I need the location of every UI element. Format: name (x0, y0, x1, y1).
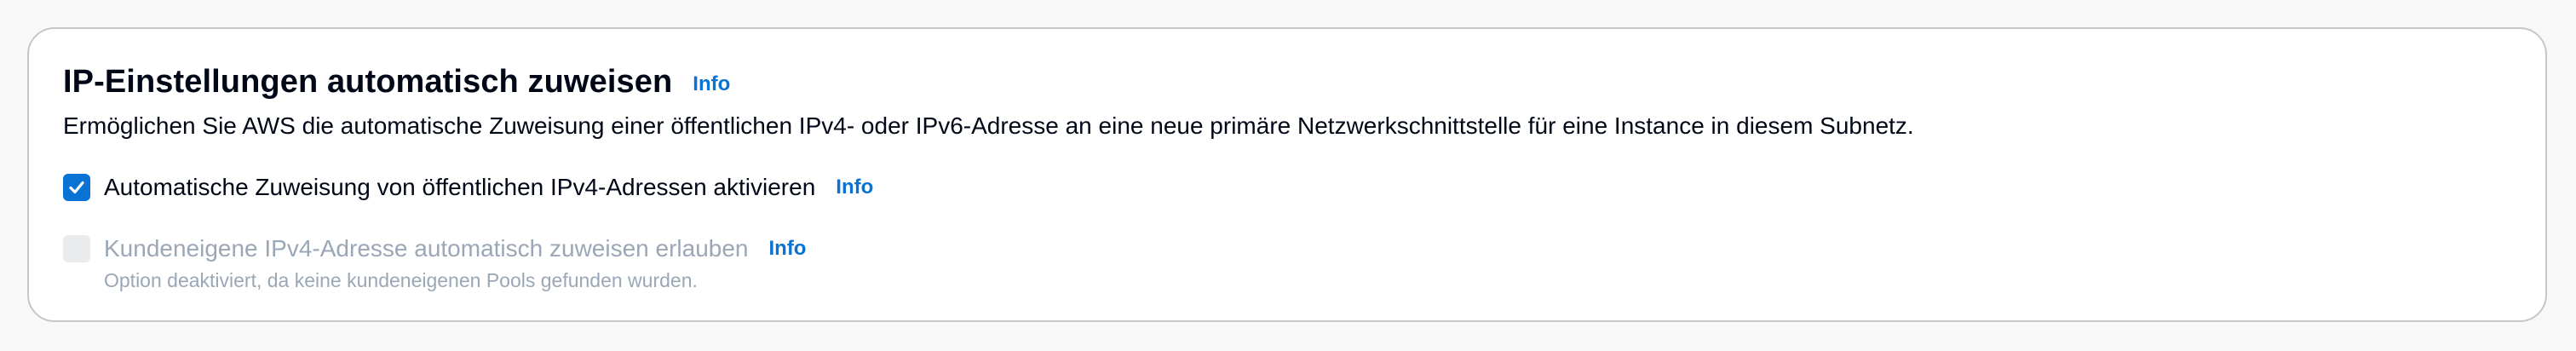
option-1-text: Automatische Zuweisung von öffentlichen … (104, 172, 873, 203)
panel-description: Ermöglichen Sie AWS die automatische Zuw… (63, 112, 1914, 139)
option-auto-assign-public-ipv4: Automatische Zuweisung von öffentlichen … (63, 172, 873, 203)
option-customer-owned-ipv4: Kundeneigene IPv4-Adresse automatisch zu… (63, 233, 806, 292)
option-2-info-link[interactable]: Info (768, 237, 806, 261)
auto-assign-public-ipv4-label[interactable]: Automatische Zuweisung von öffentlichen … (104, 174, 815, 201)
customer-owned-ipv4-label: Kundeneigene IPv4-Adresse automatisch zu… (104, 235, 749, 262)
option-1-info-link[interactable]: Info (836, 176, 873, 199)
customer-owned-ipv4-checkbox[interactable] (63, 235, 90, 262)
option-2-text: Kundeneigene IPv4-Adresse automatisch zu… (104, 233, 806, 292)
ip-settings-panel: IP-Einstellungen automatisch zuweisen In… (27, 27, 2547, 322)
checkmark-icon (69, 181, 84, 194)
option-1-label-row: Automatische Zuweisung von öffentlichen … (104, 172, 873, 203)
panel-title: IP-Einstellungen automatisch zuweisen (63, 63, 673, 100)
auto-assign-public-ipv4-checkbox[interactable] (63, 174, 90, 201)
option-2-label-row: Kundeneigene IPv4-Adresse automatisch zu… (104, 233, 806, 264)
title-info-link[interactable]: Info (693, 72, 730, 96)
title-row: IP-Einstellungen automatisch zuweisen In… (63, 56, 2511, 107)
option-2-help-text: Option deaktiviert, da keine kundeneigen… (104, 269, 698, 291)
panel-header: IP-Einstellungen automatisch zuweisen In… (63, 56, 2511, 141)
